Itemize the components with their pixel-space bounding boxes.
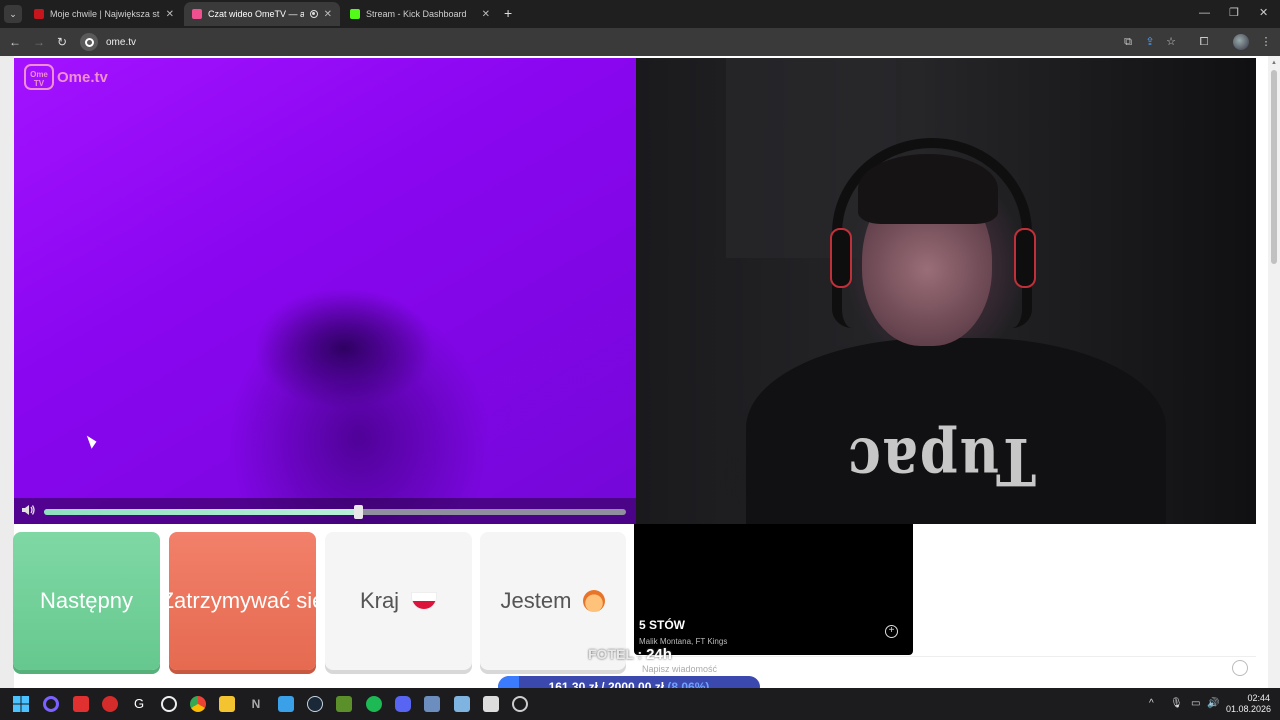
next-button-label: Następny bbox=[40, 588, 133, 613]
tab-kick-dashboard[interactable]: Stream - Kick Dashboard ✕ bbox=[342, 2, 498, 26]
browser-toolbar: ← → ↻ ome.tv ⧉ ⇪ ☆ ⧠ ⋮ bbox=[0, 28, 1280, 56]
own-camera-video: Tupac bbox=[636, 58, 1256, 524]
photos-icon[interactable] bbox=[278, 696, 294, 712]
minimize-icon[interactable]: — bbox=[1199, 7, 1210, 19]
translate-icon[interactable]: ⧉ bbox=[1121, 35, 1135, 49]
scroll-up-arrow-icon[interactable]: ▲ bbox=[1271, 60, 1277, 66]
ometv-logo[interactable]: Ome TV Ome.tv bbox=[24, 64, 108, 90]
scroll-thumb[interactable] bbox=[1271, 70, 1277, 264]
new-tab-button[interactable]: + bbox=[504, 5, 512, 21]
clock-date: 01.08.2026 bbox=[1226, 704, 1272, 714]
tab-title: Czat wideo OmeTV — alter bbox=[208, 9, 304, 19]
install-app-icon[interactable]: ⇪ bbox=[1143, 35, 1157, 49]
add-song-icon[interactable]: + bbox=[885, 625, 898, 638]
tab-moje-chwile[interactable]: Moje chwile | Największa strona ✕ bbox=[26, 2, 182, 26]
msi-afterburner-icon[interactable] bbox=[73, 696, 89, 712]
ometv-favicon-icon bbox=[192, 9, 202, 19]
xbox-app-icon[interactable] bbox=[336, 696, 352, 712]
boy-avatar-icon bbox=[583, 590, 606, 612]
close-icon[interactable]: ✕ bbox=[482, 9, 490, 20]
tray-expand-icon[interactable]: ^ bbox=[1149, 698, 1154, 710]
obs-icon[interactable] bbox=[512, 696, 528, 712]
volume-slider-fill bbox=[44, 509, 359, 515]
country-button[interactable]: Kraj bbox=[325, 532, 472, 670]
recording-icon bbox=[309, 10, 318, 18]
volume-slider[interactable] bbox=[44, 505, 626, 519]
steam-icon[interactable] bbox=[307, 696, 323, 712]
maximize-icon[interactable]: ❐ bbox=[1229, 7, 1239, 19]
poland-flag-icon bbox=[411, 592, 438, 610]
address-bar[interactable]: ome.tv bbox=[80, 31, 1120, 53]
headphone-right-cup bbox=[1014, 228, 1036, 288]
country-button-label: Kraj bbox=[359, 588, 400, 613]
file-explorer-icon[interactable] bbox=[219, 696, 235, 712]
spotify-icon[interactable] bbox=[366, 696, 382, 712]
emoji-icon[interactable] bbox=[1232, 660, 1248, 676]
volume-tray-icon[interactable]: 🔊 bbox=[1207, 698, 1219, 710]
person-hair bbox=[858, 154, 998, 224]
app-red-icon[interactable] bbox=[102, 696, 118, 712]
address-text[interactable]: ome.tv bbox=[106, 37, 136, 48]
menu-dots-icon[interactable]: ⋮ bbox=[1259, 35, 1273, 49]
next-button[interactable]: Następny bbox=[13, 532, 160, 670]
tab-title: Moje chwile | Największa strona bbox=[50, 9, 160, 19]
song-title: 5 STÓW bbox=[639, 618, 686, 632]
snipping-tool-icon[interactable] bbox=[483, 696, 499, 712]
reload-icon[interactable]: ↻ bbox=[57, 34, 67, 50]
stop-button[interactable]: Zatrzymywać się bbox=[169, 532, 316, 670]
chat-message-input[interactable] bbox=[642, 661, 1222, 677]
cortana-icon[interactable] bbox=[43, 696, 59, 712]
profile-avatar[interactable] bbox=[1233, 34, 1249, 50]
fotel-label: FOTEL : bbox=[588, 646, 643, 662]
calculator-icon[interactable] bbox=[424, 696, 440, 712]
shirt-print: Tupac bbox=[846, 423, 1037, 501]
windows-start-icon[interactable] bbox=[13, 696, 29, 712]
moje-chwile-favicon-icon bbox=[34, 9, 44, 19]
page-scrollbar[interactable]: ▲ bbox=[1268, 56, 1280, 688]
chrome-icon[interactable] bbox=[190, 696, 206, 712]
now-playing-widget: 5 STÓW Malik Montana, FT Kings + bbox=[634, 524, 913, 655]
clock-time: 02:44 bbox=[1247, 693, 1270, 703]
stop-button-label: Zatrzymywać się bbox=[169, 588, 316, 613]
g-hub-icon[interactable]: G bbox=[131, 696, 147, 712]
fotel-overlay: FOTEL : 24h bbox=[588, 646, 672, 663]
page-margin bbox=[0, 56, 14, 688]
gender-button-label: Jestem bbox=[500, 588, 572, 613]
volume-slider-thumb[interactable] bbox=[354, 505, 364, 519]
mail-icon[interactable] bbox=[454, 696, 470, 712]
close-icon[interactable]: ✕ bbox=[166, 9, 174, 20]
speaker-icon[interactable] bbox=[20, 502, 36, 518]
network-icon[interactable]: ▭ bbox=[1191, 698, 1200, 710]
site-info-icon[interactable] bbox=[80, 33, 98, 51]
stranger-video bbox=[14, 58, 636, 524]
extensions-icon[interactable]: ⧠ bbox=[1197, 35, 1211, 49]
tab-strip: ⌄ Moje chwile | Największa strona ✕ Czat… bbox=[0, 0, 1280, 28]
fotel-value: 24h bbox=[646, 646, 672, 663]
forward-arrow-icon[interactable]: → bbox=[33, 34, 45, 50]
notion-icon[interactable]: N bbox=[248, 696, 264, 712]
discord-icon[interactable] bbox=[395, 696, 411, 712]
logo-badge: Ome TV bbox=[24, 64, 54, 90]
tab-ometv[interactable]: Czat wideo OmeTV — alter ✕ bbox=[184, 2, 340, 26]
logo-text: Ome.tv bbox=[57, 68, 108, 86]
steelseries-icon[interactable] bbox=[161, 696, 177, 712]
back-arrow-icon[interactable]: ← bbox=[9, 34, 21, 50]
tab-search-button[interactable]: ⌄ bbox=[4, 5, 22, 23]
microphone-icon[interactable]: 🎙 bbox=[1170, 698, 1183, 710]
close-window-icon[interactable]: ✕ bbox=[1259, 7, 1268, 19]
song-artist: Malik Montana, FT Kings bbox=[639, 637, 728, 646]
tab-title: Stream - Kick Dashboard bbox=[366, 9, 467, 19]
close-icon[interactable]: ✕ bbox=[324, 9, 332, 20]
taskbar-clock[interactable]: 02:44 01.08.2026 bbox=[1226, 693, 1272, 715]
kick-favicon-icon bbox=[350, 9, 360, 19]
bookmark-star-icon[interactable]: ☆ bbox=[1164, 35, 1178, 49]
headphone-left-cup bbox=[830, 228, 852, 288]
